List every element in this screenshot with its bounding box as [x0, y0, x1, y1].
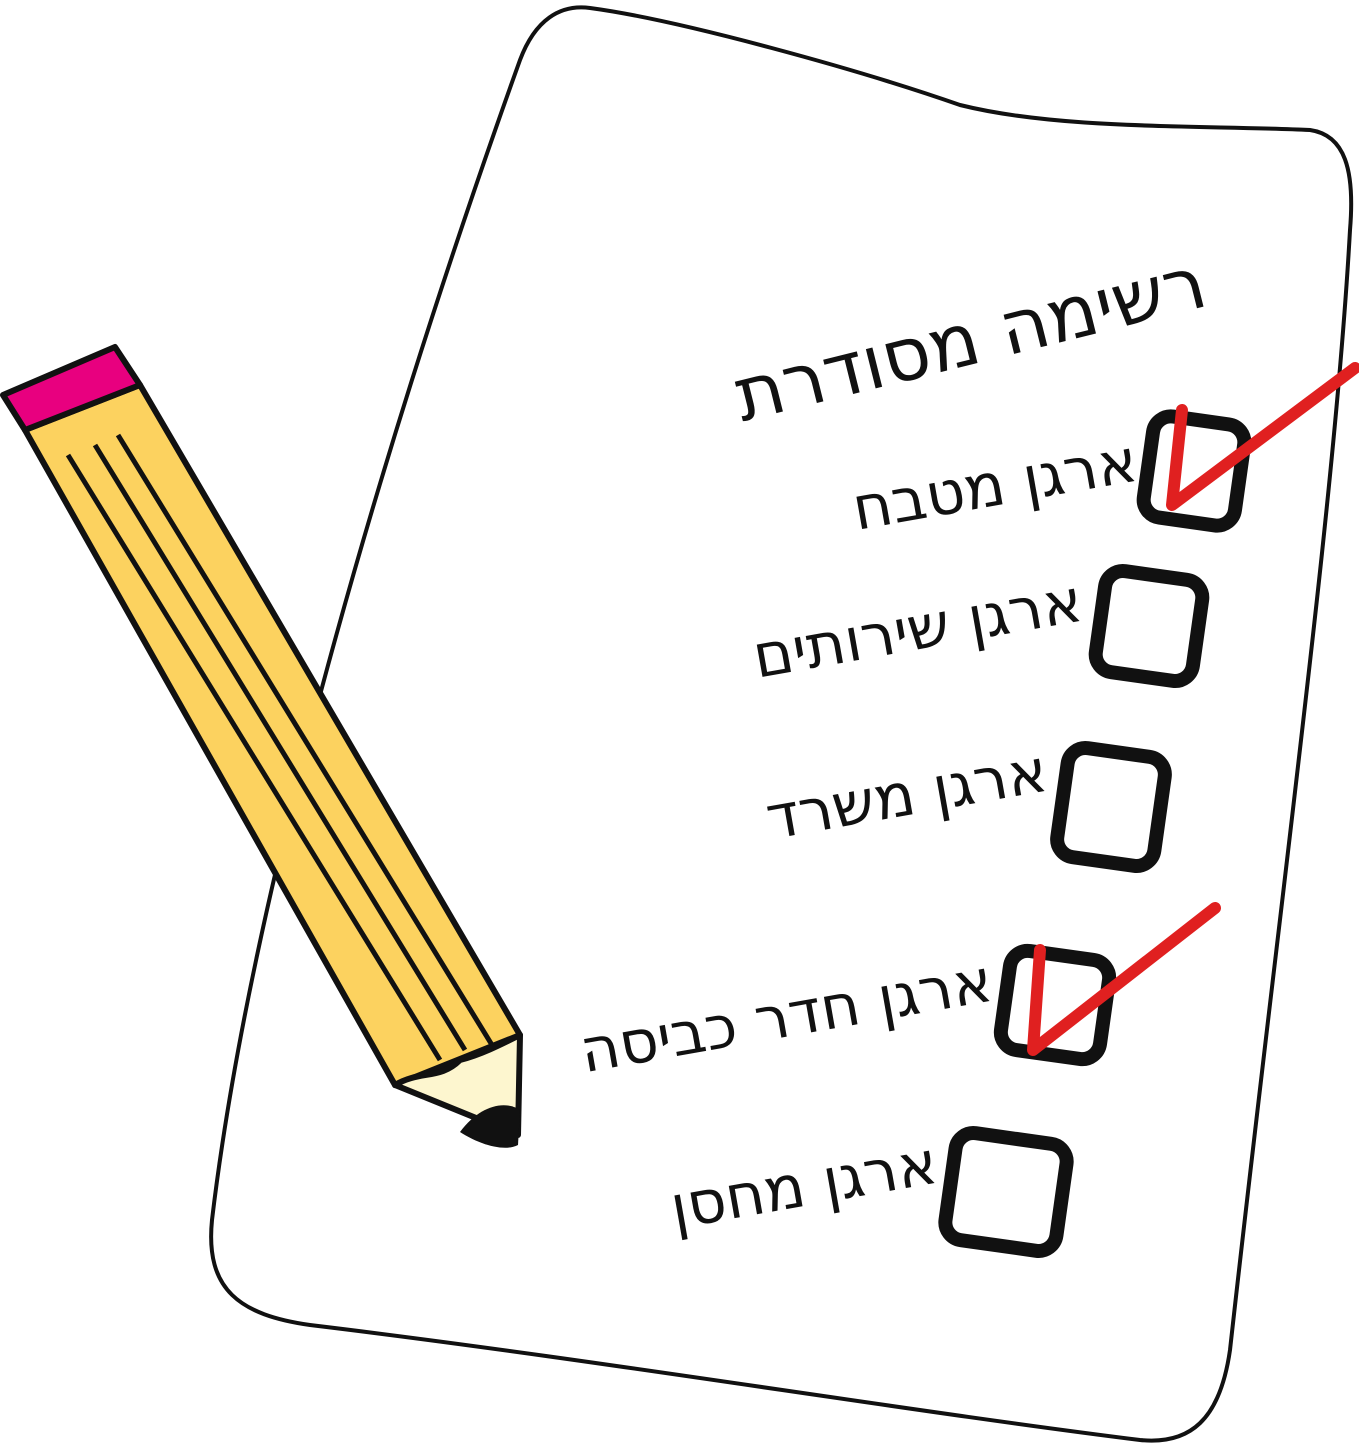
paper-sheet: [209, 5, 1354, 1443]
checklist-illustration: רשימה מסודרת ארגן מטבח ארגן שירותים ארגן…: [0, 5, 1359, 1443]
